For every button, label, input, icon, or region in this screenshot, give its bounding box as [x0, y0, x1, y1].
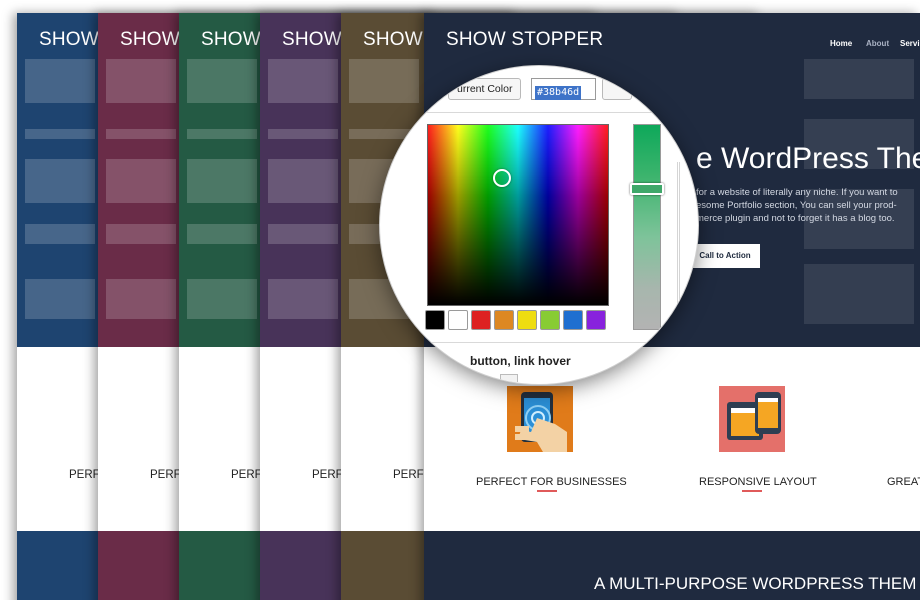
palette-swatches [425, 310, 611, 330]
brand-logo[interactable]: SHOW [120, 29, 180, 51]
brand-logo[interactable]: SHOW STOPPER [446, 29, 603, 51]
setting-label: button, link hover [470, 354, 571, 368]
saturation-area[interactable] [427, 124, 609, 306]
swatch-white[interactable] [448, 310, 468, 330]
brand-logo[interactable]: SHOW [201, 29, 261, 51]
responsive-devices-icon [719, 386, 785, 452]
swatch-purple[interactable] [586, 310, 606, 330]
hero-text-line: for a website of literally any niche. If… [696, 187, 898, 198]
feature-great-label: GREAT [887, 476, 920, 488]
swatch-blue[interactable] [563, 310, 583, 330]
scrollbar-track [677, 162, 680, 312]
setting-tab-stub[interactable] [500, 374, 518, 382]
swatch-green[interactable] [540, 310, 560, 330]
lightness-handle[interactable] [630, 183, 664, 195]
nav-services[interactable]: Servi [900, 39, 920, 48]
hero-text-line: merce plugin and not to forget it has a … [696, 213, 895, 224]
hero-description: for a website of literally any niche. If… [696, 186, 898, 225]
lightness-slider[interactable] [633, 124, 661, 330]
nav-about[interactable]: About [866, 39, 889, 48]
color-picker-magnifier: urrent Color #38b46d button, link hover [380, 66, 698, 384]
nav-home[interactable]: Home [830, 39, 852, 48]
hero-text-line: esome Portfolio section, You can sell yo… [696, 200, 897, 211]
call-to-action-button[interactable]: Call to Action [690, 244, 760, 268]
swatch-red[interactable] [471, 310, 491, 330]
divider [380, 342, 698, 343]
tagline: A MULTI-PURPOSE WORDPRESS THEM [594, 574, 917, 593]
current-color-button[interactable]: urrent Color [448, 78, 522, 100]
touch-phone-icon [507, 386, 573, 452]
hex-value: #38b46d [535, 86, 582, 100]
picker-button[interactable] [602, 78, 632, 100]
brand-logo[interactable]: SHOW [363, 29, 423, 51]
feature-responsive-label: RESPONSIVE LAYOUT [699, 476, 817, 488]
feature-businesses-label: PERFECT FOR BUSINESSES [476, 476, 627, 488]
feature-underline [537, 490, 557, 492]
feature-underline [742, 490, 762, 492]
hex-input[interactable]: #38b46d [531, 78, 596, 100]
brand-logo[interactable]: SHOW [39, 29, 99, 51]
swatch-yellow[interactable] [517, 310, 537, 330]
brand-logo[interactable]: SHOW [282, 29, 342, 51]
color-cursor[interactable] [493, 169, 511, 187]
divider [380, 112, 698, 113]
swatch-orange[interactable] [494, 310, 514, 330]
hero-title: e WordPress Them [696, 142, 920, 175]
swatch-black[interactable] [425, 310, 445, 330]
